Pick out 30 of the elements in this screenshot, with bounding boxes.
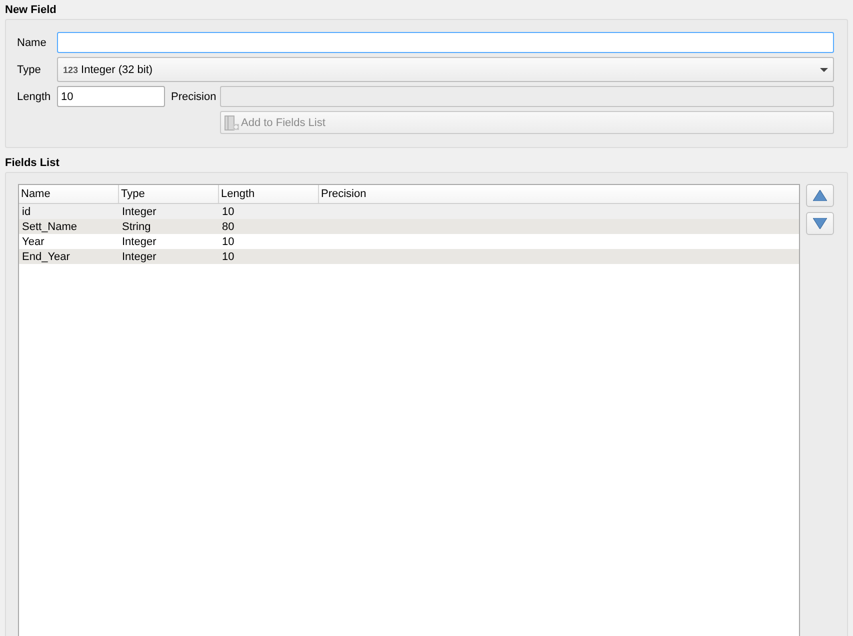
triangle-up-icon <box>813 190 827 201</box>
table-cell-text: End_Year <box>21 250 70 262</box>
group-title: New Field <box>4 3 58 18</box>
name-input[interactable] <box>57 32 834 53</box>
column-header[interactable]: Length <box>219 185 319 203</box>
column-header[interactable]: Precision <box>319 185 799 203</box>
column-header[interactable]: Name <box>19 185 119 203</box>
table-add-icon <box>224 114 240 130</box>
table-cell-text: Integer <box>121 236 156 248</box>
table-cell-text: Sett_Name <box>21 220 78 232</box>
group-title: Fields List <box>4 156 60 171</box>
table-cell-text: Integer <box>121 250 156 262</box>
table-cell-text: String <box>121 220 151 232</box>
column-header[interactable]: Type <box>119 185 219 203</box>
triangle-down-icon <box>813 218 827 229</box>
field-label: Precision <box>170 90 216 102</box>
table-cell-text: 10 <box>221 206 234 218</box>
table-cell-text: 10 <box>221 236 234 248</box>
field-label: Type <box>17 64 41 76</box>
table-cell-text: Year <box>21 236 44 248</box>
type-dropdown[interactable]: 123 Integer (32 bit) <box>57 57 834 82</box>
field-label: Name <box>17 36 46 48</box>
table-cell-text: 80 <box>221 220 234 232</box>
table-cell-text: Integer <box>121 206 156 218</box>
table-cell-text: 10 <box>221 250 234 262</box>
length-input[interactable]: 10 <box>57 86 165 107</box>
move-up-button[interactable] <box>806 184 834 207</box>
table-cell-text: id <box>21 206 31 218</box>
move-down-button[interactable] <box>806 212 834 235</box>
field-label: Length <box>17 90 51 102</box>
